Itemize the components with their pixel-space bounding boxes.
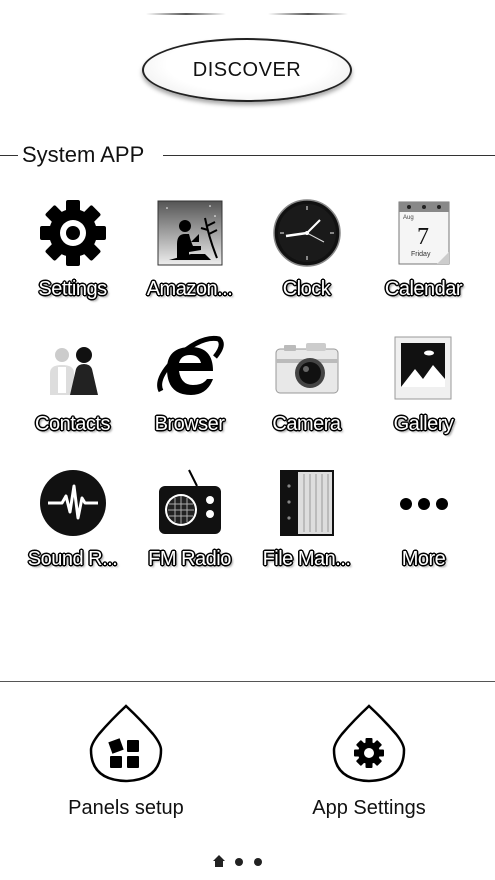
app-label: Gallery xyxy=(393,413,454,435)
home-page-icon xyxy=(213,855,225,867)
gallery-icon xyxy=(394,336,452,400)
gear-icon xyxy=(40,200,106,266)
app-label: File Man... xyxy=(262,548,351,570)
kindle-reader-icon xyxy=(157,200,223,266)
app-label: FM Radio xyxy=(148,548,231,570)
sound-recorder-icon xyxy=(40,470,106,536)
svg-text:Friday: Friday xyxy=(411,251,431,258)
calendar-icon: Aug 7 Friday xyxy=(398,201,450,265)
app-label: Clock xyxy=(282,278,331,300)
svg-text:7: 7 xyxy=(417,224,429,250)
app-settings[interactable]: Settings xyxy=(14,198,131,318)
discover-button[interactable]: DISCOVER xyxy=(142,38,352,102)
app-settings-button[interactable]: App Settings xyxy=(279,704,459,834)
discover-label: DISCOVER xyxy=(192,58,302,81)
panels-icon xyxy=(89,704,163,783)
section-title: System APP xyxy=(22,142,145,167)
app-browser[interactable]: Browser xyxy=(131,333,248,453)
app-clock[interactable]: Clock xyxy=(248,198,365,318)
file-manager-icon xyxy=(280,470,334,536)
app-label: Contacts xyxy=(35,413,110,435)
app-label: Calendar xyxy=(384,278,463,300)
app-label: Settings xyxy=(38,278,107,300)
bottom-divider xyxy=(0,681,495,682)
app-calendar[interactable]: Aug 7 Friday Calendar xyxy=(365,198,482,318)
app-label: Sound R... xyxy=(27,548,118,570)
browser-e-icon xyxy=(157,335,224,395)
section-header: System APP xyxy=(0,140,495,170)
contacts-icon xyxy=(50,347,98,395)
app-camera[interactable]: Camera xyxy=(248,333,365,453)
app-contacts[interactable]: Contacts xyxy=(14,333,131,453)
app-amazon[interactable]: Amazon... xyxy=(131,198,248,318)
app-gallery[interactable]: Gallery xyxy=(365,333,482,453)
app-settings-label: App Settings xyxy=(312,797,426,819)
app-label: Camera xyxy=(272,413,341,435)
app-fm-radio[interactable]: FM Radio xyxy=(131,468,248,588)
more-dots-icon xyxy=(400,498,448,510)
app-sound-recorder[interactable]: Sound R... xyxy=(14,468,131,588)
page-dot xyxy=(254,858,262,866)
top-decoration xyxy=(0,0,495,20)
clock-icon xyxy=(273,199,341,267)
panels-setup-label: Panels setup xyxy=(68,797,184,819)
camera-icon xyxy=(275,343,339,394)
svg-text:Aug: Aug xyxy=(403,215,414,221)
settings-gear-icon xyxy=(332,704,406,783)
app-file-manager[interactable]: File Man... xyxy=(248,468,365,588)
app-more[interactable]: More xyxy=(365,468,482,588)
page-dot xyxy=(235,858,243,866)
panels-setup-button[interactable]: Panels setup xyxy=(36,704,216,834)
page-indicator xyxy=(208,855,268,869)
radio-icon xyxy=(159,469,221,534)
app-label: Browser xyxy=(154,413,225,435)
app-label: Amazon... xyxy=(146,278,233,300)
app-label: More xyxy=(401,548,446,570)
